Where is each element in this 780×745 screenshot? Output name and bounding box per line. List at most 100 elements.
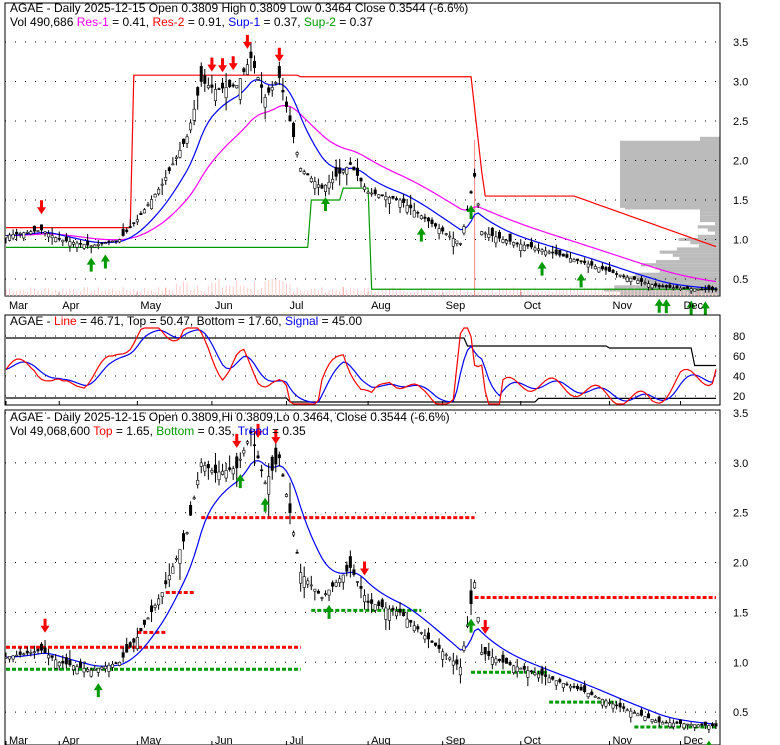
trend-candle xyxy=(331,582,335,587)
trend-candle xyxy=(363,595,367,603)
trend-candle xyxy=(643,716,647,721)
price-candle xyxy=(480,231,484,236)
trend-candle xyxy=(206,464,210,469)
price-candle xyxy=(632,276,636,280)
month-label: Apr xyxy=(62,300,79,312)
price-candle xyxy=(103,242,107,244)
price-candle xyxy=(15,231,19,235)
price-candle xyxy=(196,87,200,96)
trend-candle xyxy=(536,673,540,679)
trend-candle xyxy=(25,650,29,654)
trend-candle xyxy=(678,719,682,724)
trend-candle xyxy=(217,471,221,481)
price-candle xyxy=(494,236,498,244)
trend-candle xyxy=(309,584,313,587)
price-candle xyxy=(661,285,665,288)
price-candle xyxy=(135,219,139,223)
price-candle xyxy=(394,198,398,200)
panel3-legend: Vol 49,068,600 Top = 1.65, Bottom = 0.35… xyxy=(10,424,306,438)
price-candle xyxy=(341,170,345,173)
volume-profile-bar xyxy=(655,266,720,270)
price-candle xyxy=(444,233,448,235)
price-candle xyxy=(675,285,679,289)
price-candle xyxy=(121,228,125,236)
price-candle xyxy=(387,197,391,204)
price-candle xyxy=(64,236,68,242)
trend-candle xyxy=(554,680,558,686)
month-label: Nov xyxy=(613,300,633,312)
trend-candle xyxy=(182,533,186,542)
month-label: Jul xyxy=(289,300,303,312)
month-label: Mar xyxy=(9,735,28,745)
trend-candle xyxy=(487,650,491,656)
osc-tick-label: 60 xyxy=(733,351,745,363)
buy-arrow-icon xyxy=(93,683,103,698)
volume-profile-bar xyxy=(700,136,720,140)
trend-candle xyxy=(114,662,118,664)
trend-candle xyxy=(394,610,398,617)
price-candle xyxy=(249,51,253,59)
trend-candle xyxy=(15,654,19,657)
month-label: Aug xyxy=(371,300,391,312)
trend-candle xyxy=(526,670,530,678)
month-label: May xyxy=(140,735,161,745)
price-candle xyxy=(153,194,157,198)
month-label: Aug xyxy=(371,735,391,745)
price-candle xyxy=(8,234,12,241)
trend-candle xyxy=(710,723,714,727)
trend-candle xyxy=(32,651,36,653)
price-candle xyxy=(313,181,317,189)
trend-candle xyxy=(213,464,217,474)
month-label: Jun xyxy=(215,735,233,745)
sell-arrow-icon xyxy=(360,561,370,576)
price-candle xyxy=(206,85,210,89)
top-value: = 1.65, xyxy=(113,424,157,438)
price-tick-label: 3.5 xyxy=(733,37,748,49)
price-candle xyxy=(274,82,278,84)
trend-candle xyxy=(277,454,281,459)
trend-candle xyxy=(647,713,651,719)
trend-candle xyxy=(103,665,107,670)
price-candle xyxy=(174,156,178,159)
price-candle xyxy=(558,250,562,256)
trend-candle xyxy=(707,725,711,730)
sell-arrow-icon xyxy=(274,47,284,62)
volume-profile-bar xyxy=(697,234,720,238)
price-candle xyxy=(419,215,423,220)
price-candle xyxy=(306,173,310,176)
res1-label: Res-1 xyxy=(77,15,109,29)
price-candle xyxy=(434,223,438,227)
price-candle xyxy=(231,84,235,87)
panel2-prefix: AGAE - xyxy=(10,314,54,328)
price-candle xyxy=(416,212,420,214)
chart-canvas: 0.5 1.0 1.5 2.0 2.5 3.0 3.5 Mar Apr May Jun Jul Aug S… xyxy=(4,1,748,745)
trend-tick-label: 2.5 xyxy=(733,508,748,520)
price-candle xyxy=(142,209,146,214)
price-candle xyxy=(345,167,349,175)
trend-candle xyxy=(8,656,12,660)
trend-candle xyxy=(576,685,580,690)
price-tick-label: 0.5 xyxy=(733,274,748,286)
price-candle xyxy=(671,287,675,289)
trend-candle xyxy=(320,597,324,599)
trend-candle xyxy=(668,722,672,728)
trend-tick-label: 0.5 xyxy=(733,707,748,719)
trend-candle xyxy=(366,600,370,603)
price-candle xyxy=(164,177,168,181)
price-candle xyxy=(540,249,544,253)
price-candle xyxy=(565,254,569,258)
volume-profile-bar xyxy=(700,218,720,223)
price-candle xyxy=(402,198,406,203)
trend-candle xyxy=(210,470,214,473)
res2-line xyxy=(6,74,717,248)
sell-arrow-icon xyxy=(218,58,228,73)
trend-candle xyxy=(295,552,299,554)
trend-candle xyxy=(270,456,274,471)
price-candle xyxy=(221,82,225,89)
price-candle xyxy=(82,244,86,249)
price-candle xyxy=(693,288,697,292)
stock-chart: 0.5 1.0 1.5 2.0 2.5 3.0 3.5 Mar Apr May Jun Jul Aug S… xyxy=(0,0,780,745)
signal-value: = 45.00 xyxy=(318,314,362,328)
trend-candle xyxy=(497,658,501,661)
price-candle xyxy=(544,250,548,256)
